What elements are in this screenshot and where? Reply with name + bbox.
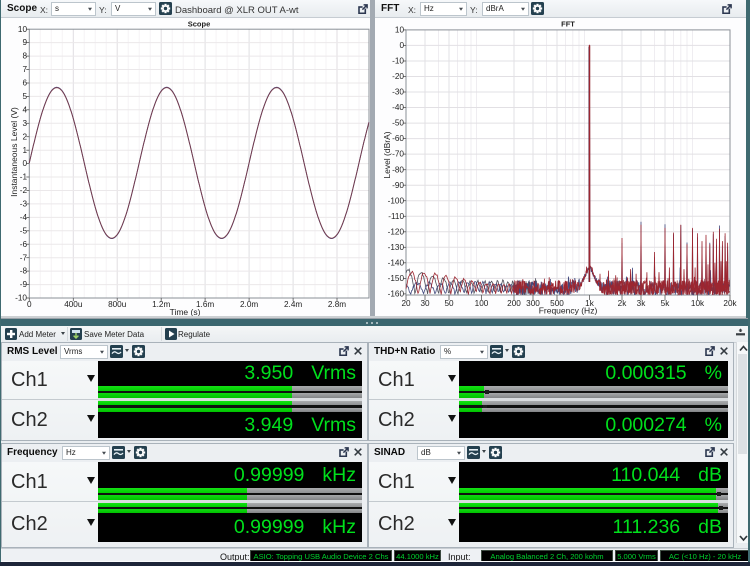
svg-text:30: 30 <box>420 299 430 308</box>
svg-text:-10: -10 <box>392 57 404 66</box>
svg-text:20: 20 <box>401 299 411 308</box>
svg-text:10: 10 <box>395 26 405 35</box>
svg-text:Frequency (Hz): Frequency (Hz) <box>539 306 598 316</box>
svg-text:-130: -130 <box>388 243 405 252</box>
svg-text:100: 100 <box>475 299 489 308</box>
svg-text:2k: 2k <box>618 299 628 308</box>
svg-text:-30: -30 <box>392 88 404 97</box>
svg-text:FFT: FFT <box>561 20 575 29</box>
svg-text:-140: -140 <box>388 258 405 267</box>
svg-text:-90: -90 <box>392 181 404 190</box>
svg-text:5k: 5k <box>661 299 671 308</box>
svg-text:-50: -50 <box>392 119 404 128</box>
svg-text:10k: 10k <box>691 299 705 308</box>
svg-text:-160: -160 <box>388 290 405 299</box>
svg-text:-120: -120 <box>388 227 405 236</box>
svg-text:-20: -20 <box>392 72 404 81</box>
svg-text:-70: -70 <box>392 150 404 159</box>
svg-text:50: 50 <box>444 299 454 308</box>
svg-text:200: 200 <box>507 299 521 308</box>
svg-text:-110: -110 <box>388 212 404 221</box>
svg-text:-100: -100 <box>388 196 405 205</box>
svg-text:-80: -80 <box>392 165 404 174</box>
svg-text:Level (dBrA): Level (dBrA) <box>382 131 392 178</box>
svg-text:-150: -150 <box>388 274 405 283</box>
svg-text:20k: 20k <box>723 299 737 308</box>
svg-text:-60: -60 <box>392 134 404 143</box>
svg-text:3k: 3k <box>637 299 647 308</box>
svg-text:-40: -40 <box>392 103 404 112</box>
